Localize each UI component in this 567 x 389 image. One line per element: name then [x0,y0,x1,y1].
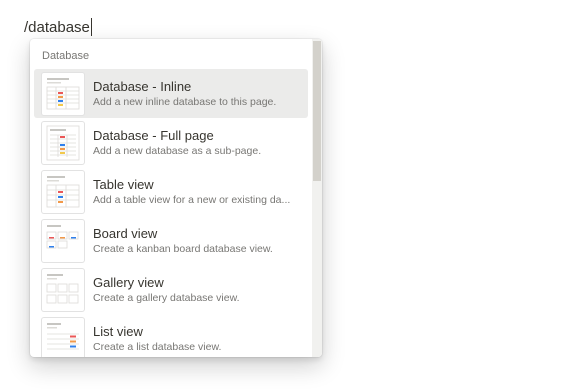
menu-item-database-full-page[interactable]: Database - Full page Add a new database … [34,118,308,167]
menu-item-database-inline[interactable]: Database - Inline Add a new inline datab… [34,69,308,118]
table-view-icon [41,169,85,214]
menu-item-description: Create a list database view. [93,341,222,353]
menu-item-description: Create a kanban board database view. [93,243,273,255]
list-view-icon [41,316,85,357]
gallery-view-icon [41,267,85,312]
menu-item-title: Gallery view [93,275,164,290]
menu-item-title: Table view [93,177,154,192]
menu-item-title: Database - Full page [93,128,214,143]
typed-command: /database [24,18,90,36]
editor-text-line[interactable]: /database [24,16,92,38]
menu-item-title: List view [93,324,143,339]
text-caret [90,18,92,36]
menu-item-board-view[interactable]: Board view Create a kanban board databas… [34,216,308,265]
menu-item-description: Add a table view for a new or existing d… [93,194,291,206]
menu-item-table-view[interactable]: Table view Add a table view for a new or… [34,167,308,216]
menu-item-title: Board view [93,226,158,241]
inline-database-icon [41,71,85,116]
menu-item-description: Add a new inline database to this page. [93,96,277,108]
board-view-icon [41,218,85,263]
full-page-database-icon [41,120,85,165]
menu-item-gallery-view[interactable]: Gallery view Create a gallery database v… [34,265,308,314]
menu-item-description: Add a new database as a sub-page. [93,145,262,157]
section-header: Database [42,50,90,62]
scrollbar-thumb[interactable] [313,41,321,181]
menu-scrollbar[interactable] [312,39,322,357]
menu-scroll-area[interactable]: Database Database - Inline Add a new inl… [30,39,312,357]
menu-item-description: Create a gallery database view. [93,292,240,304]
menu-item-title: Database - Inline [93,79,192,94]
slash-command-menu: Database Database - Inline Add a new inl… [30,39,322,357]
menu-item-list-view[interactable]: List view Create a list database view. [34,314,308,357]
